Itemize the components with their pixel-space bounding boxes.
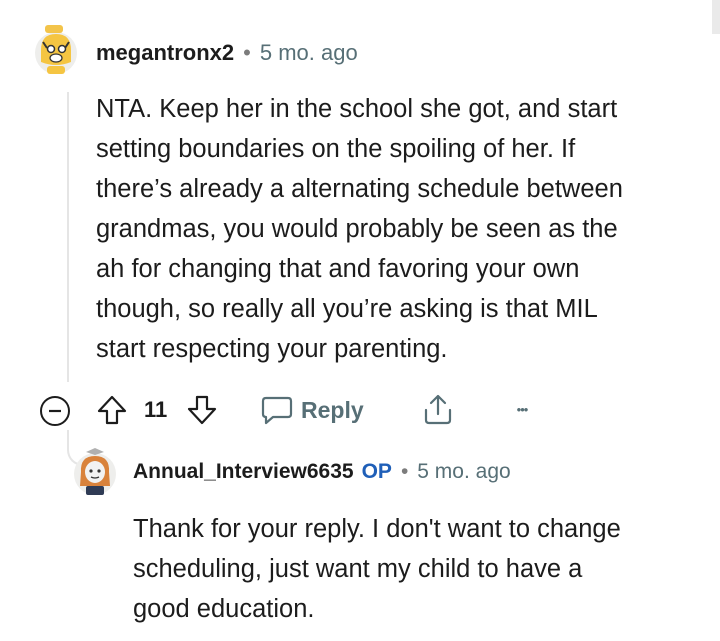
avatar-megantronx2[interactable]: [33, 22, 79, 76]
share-button[interactable]: [420, 390, 456, 428]
meta-separator: •: [400, 460, 409, 483]
timestamp[interactable]: 5 mo. ago: [260, 40, 358, 66]
collapse-icon: [40, 396, 70, 426]
comment-line: NTA. Keep her in the school she got, and…: [96, 95, 618, 123]
comment-line: though, so really all you’re asking is t…: [96, 295, 598, 323]
comment-line: there’s already a alternating schedule b…: [96, 175, 623, 203]
reply-button[interactable]: Reply: [261, 392, 364, 428]
more-options-icon: •••: [516, 401, 529, 417]
comment-line: setting boundaries on the spoiling of he…: [96, 135, 576, 163]
collapse-button[interactable]: [38, 394, 72, 428]
op-badge: OP: [361, 460, 392, 483]
meta-separator: •: [243, 40, 251, 65]
username[interactable]: megantronx2: [96, 40, 234, 66]
comment-meta: megantronx2 • 5 mo. ago: [96, 40, 358, 66]
vote-score: 11: [144, 397, 168, 422]
comment-line: Thank for your reply. I don't want to ch…: [133, 515, 621, 543]
comment-body: Thank for your reply. I don't want to ch…: [133, 509, 713, 629]
reply-label: Reply: [301, 396, 364, 423]
comment-meta: Annual_Interview6635 OP • 5 mo. ago: [133, 460, 511, 484]
upvote-button[interactable]: [94, 392, 130, 428]
comment-line: grandmas, you would probably be seen as …: [96, 215, 618, 243]
downvote-button[interactable]: [184, 392, 220, 428]
upvote-arrow-icon: [97, 395, 127, 425]
speech-bubble-icon: [261, 396, 293, 425]
comment-line: scheduling, just want my child to have a: [133, 555, 583, 583]
comment-body: NTA. Keep her in the school she got, and…: [96, 89, 706, 369]
username[interactable]: Annual_Interview6635: [133, 460, 354, 484]
thread-line[interactable]: [67, 92, 69, 382]
downvote-arrow-icon: [187, 395, 217, 425]
comment-line: ah for changing that and favoring your o…: [96, 255, 580, 283]
comment-action-bar: 11 Reply •••: [38, 388, 598, 432]
timestamp[interactable]: 5 mo. ago: [417, 460, 510, 484]
comment-line: start respecting your parenting.: [96, 335, 448, 363]
share-icon: [424, 394, 452, 425]
comment-line: good education.: [133, 595, 315, 623]
more-options-button[interactable]: •••: [506, 394, 538, 424]
avatar-annual-interview6635[interactable]: [72, 446, 118, 496]
scrollbar-edge[interactable]: [712, 0, 720, 34]
